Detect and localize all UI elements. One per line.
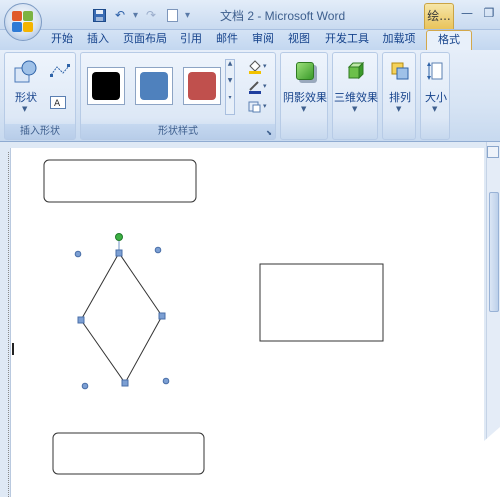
selection-handle-bottom-left[interactable] <box>81 382 89 390</box>
arrange-dropdown-icon[interactable]: ▼ <box>396 105 401 113</box>
tab-references[interactable]: 引用 <box>176 30 206 50</box>
text-cursor <box>12 343 14 355</box>
tab-mailings[interactable]: 邮件 <box>212 30 242 50</box>
tab-view[interactable]: 视图 <box>284 30 314 50</box>
selection-handle-top-left[interactable] <box>74 250 82 258</box>
shadow-effects-group[interactable]: 阴影效果 ▼ <box>280 52 328 140</box>
arrange-label: 排列 <box>389 91 411 104</box>
svg-text:▾: ▾ <box>263 102 267 110</box>
style-swatch-black-fill <box>92 72 120 100</box>
shape-styles-label: 形状样式 <box>81 124 275 139</box>
tab-review[interactable]: 审阅 <box>248 30 278 50</box>
undo-icon[interactable]: ↶ <box>112 7 128 23</box>
selection-handle-top[interactable] <box>115 249 123 257</box>
insert-shapes-group: 形状 ▼ A 插入形状 <box>4 52 76 140</box>
style-swatch-blue[interactable] <box>135 67 173 105</box>
gallery-down-icon[interactable]: ▼ <box>226 77 234 84</box>
shape-styles-group: ▲ ▼ ▾ ▾ ▾ ▾ 形状样式 ⬊ <box>80 52 276 140</box>
edit-shape-icon[interactable] <box>49 63 71 79</box>
drawing-tools-tab[interactable]: 绘... <box>424 3 454 29</box>
selection-handle-left[interactable] <box>77 316 85 324</box>
minimize-icon[interactable]: — <box>456 3 478 23</box>
page-margin-line <box>8 152 9 497</box>
shapes-dropdown-icon[interactable]: ▼ <box>22 105 27 113</box>
scrollbar-thumb[interactable] <box>489 192 499 312</box>
office-button[interactable] <box>4 3 42 41</box>
shape-outline-icon[interactable]: ▾ <box>245 79 271 95</box>
arrange-group[interactable]: 排列 ▼ <box>382 52 416 140</box>
restore-icon[interactable]: ❐ <box>478 3 500 23</box>
threed-effects-icon <box>344 59 368 83</box>
new-doc-icon[interactable] <box>164 7 180 23</box>
rounded-rectangle-shape-top[interactable] <box>43 159 197 203</box>
shapes-button[interactable]: 形状 <box>11 89 41 105</box>
selection-handle-right[interactable] <box>158 312 166 320</box>
tab-insert[interactable]: 插入 <box>82 30 114 50</box>
shadow-effects-icon <box>293 59 317 83</box>
window-controls: — ❐ <box>456 3 500 23</box>
style-swatch-red[interactable] <box>183 67 221 105</box>
tab-home[interactable]: 开始 <box>46 30 78 50</box>
threed-effects-group[interactable]: 三维效果 ▼ <box>332 52 378 140</box>
selection-handle-bottom[interactable] <box>121 379 129 387</box>
size-icon <box>424 59 448 83</box>
change-shape-icon[interactable]: ▾ <box>245 99 271 115</box>
rotation-handle[interactable] <box>115 233 123 241</box>
dialog-launcher-icon[interactable]: ⬊ <box>266 129 272 137</box>
text-box-icon[interactable]: A <box>49 95 67 109</box>
svg-text:A: A <box>54 99 61 109</box>
rectangle-shape[interactable] <box>259 263 384 342</box>
shadow-effects-dropdown-icon[interactable]: ▼ <box>301 105 306 113</box>
shapes-icon <box>13 59 39 85</box>
style-swatch-blue-fill <box>140 72 168 100</box>
selection-handle-bottom-right[interactable] <box>162 377 170 385</box>
selection-handle-top-right[interactable] <box>154 246 162 254</box>
gallery-more-icon[interactable]: ▾ <box>226 94 234 101</box>
insert-shapes-label: 插入形状 <box>5 124 75 139</box>
style-gallery-scroll[interactable]: ▲ ▼ ▾ <box>225 59 235 115</box>
window-title: 文档 2 - Microsoft Word <box>220 9 346 23</box>
tab-add-ins[interactable]: 加载项 <box>378 30 420 50</box>
save-icon[interactable] <box>91 7 107 23</box>
shadow-effects-label: 阴影效果 <box>283 91 327 104</box>
undo-dropdown-icon[interactable]: ▾ <box>133 10 138 21</box>
style-swatch-black[interactable] <box>87 67 125 105</box>
rounded-rectangle-shape-bottom[interactable] <box>52 432 205 475</box>
office-logo-icon <box>12 11 34 33</box>
quick-access-toolbar: ↶ ▾ ↷ ▾ <box>46 7 190 23</box>
style-swatch-red-fill <box>188 72 216 100</box>
title-bar: ↶ ▾ ↷ ▾ 文档 2 - Microsoft Word 绘... — ❐ <box>0 0 500 30</box>
shape-fill-icon[interactable]: ▾ <box>245 59 271 75</box>
ruler-toggle-icon[interactable] <box>487 146 499 158</box>
arrange-icon <box>388 59 412 83</box>
page-corner-tear <box>420 427 500 497</box>
gallery-up-icon[interactable]: ▲ <box>226 60 234 67</box>
ribbon-tabs: 开始 插入 页面布局 引用 邮件 审阅 视图 开发工具 加载项 格式 <box>0 30 500 50</box>
svg-text:▾: ▾ <box>263 62 267 70</box>
size-group[interactable]: 大小 ▼ <box>420 52 450 140</box>
tab-format[interactable]: 格式 <box>426 30 472 50</box>
ribbon: 形状 ▼ A 插入形状 ▲ ▼ ▾ ▾ ▾ ▾ 形状样式 ⬊ 阴影效果 ▼ 三维… <box>0 50 500 142</box>
tab-developer[interactable]: 开发工具 <box>320 30 374 50</box>
customize-toolbar-icon[interactable]: ▾ <box>185 10 190 21</box>
threed-effects-label: 三维效果 <box>334 91 378 104</box>
tab-page-layout[interactable]: 页面布局 <box>118 30 172 50</box>
size-dropdown-icon[interactable]: ▼ <box>432 105 437 113</box>
redo-icon[interactable]: ↷ <box>143 7 159 23</box>
size-label: 大小 <box>425 91 447 104</box>
threed-effects-dropdown-icon[interactable]: ▼ <box>352 105 357 113</box>
svg-text:▾: ▾ <box>263 82 267 90</box>
